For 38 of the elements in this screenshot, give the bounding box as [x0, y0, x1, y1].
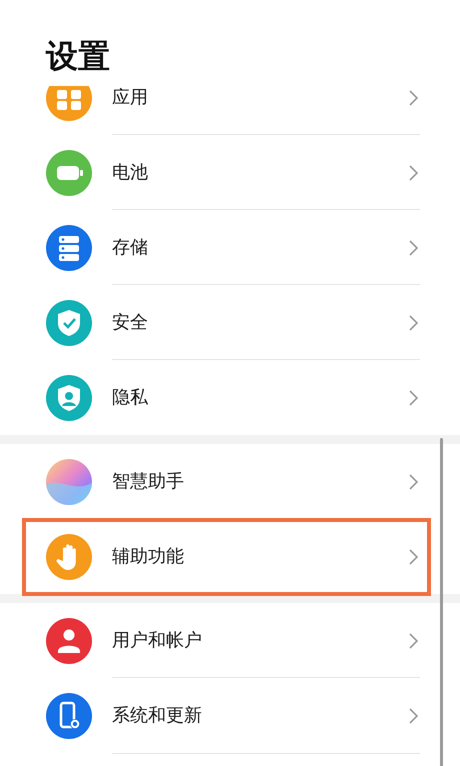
- chevron-icon: [409, 314, 418, 330]
- scrollbar[interactable]: [440, 438, 443, 766]
- chevron-icon: [409, 474, 418, 490]
- battery-icon: [46, 150, 92, 196]
- chevron-icon: [409, 164, 418, 180]
- row-label: 用户和帐户: [112, 629, 202, 653]
- phone-icon: [46, 692, 92, 738]
- settings-row[interactable]: 安全: [0, 285, 460, 360]
- assistant-icon: [46, 458, 92, 504]
- privacy-icon: [46, 374, 92, 420]
- settings-row[interactable]: 应用: [0, 86, 460, 135]
- settings-row[interactable]: 用户和帐户: [0, 603, 460, 678]
- chevron-icon: [409, 632, 418, 648]
- row-label: 存储: [112, 236, 148, 260]
- settings-row[interactable]: 系统和更新: [0, 678, 460, 753]
- settings-row[interactable]: 电池: [0, 135, 460, 210]
- row-label: 安全: [112, 311, 148, 335]
- row-label: 辅助功能: [112, 545, 184, 569]
- hand-icon: [46, 534, 92, 580]
- settings-row[interactable]: 存储: [0, 210, 460, 285]
- row-label: 系统和更新: [112, 704, 202, 728]
- settings-row[interactable]: 辅助功能: [0, 519, 460, 594]
- chevron-icon: [409, 390, 418, 406]
- storage-icon: [46, 224, 92, 270]
- shield-icon: [46, 300, 92, 346]
- settings-row[interactable]: 隐私: [0, 360, 460, 435]
- page-title: 设置: [46, 40, 110, 72]
- row-label: 应用: [112, 86, 148, 110]
- settings-row[interactable]: 智慧助手: [0, 444, 460, 519]
- app-icon: [46, 86, 92, 120]
- row-label: 隐私: [112, 386, 148, 410]
- chevron-icon: [409, 90, 418, 106]
- chevron-icon: [409, 708, 418, 724]
- user-icon: [46, 618, 92, 664]
- row-label: 电池: [112, 161, 148, 185]
- chevron-icon: [409, 240, 418, 256]
- row-label: 智慧助手: [112, 470, 184, 494]
- chevron-icon: [409, 548, 418, 564]
